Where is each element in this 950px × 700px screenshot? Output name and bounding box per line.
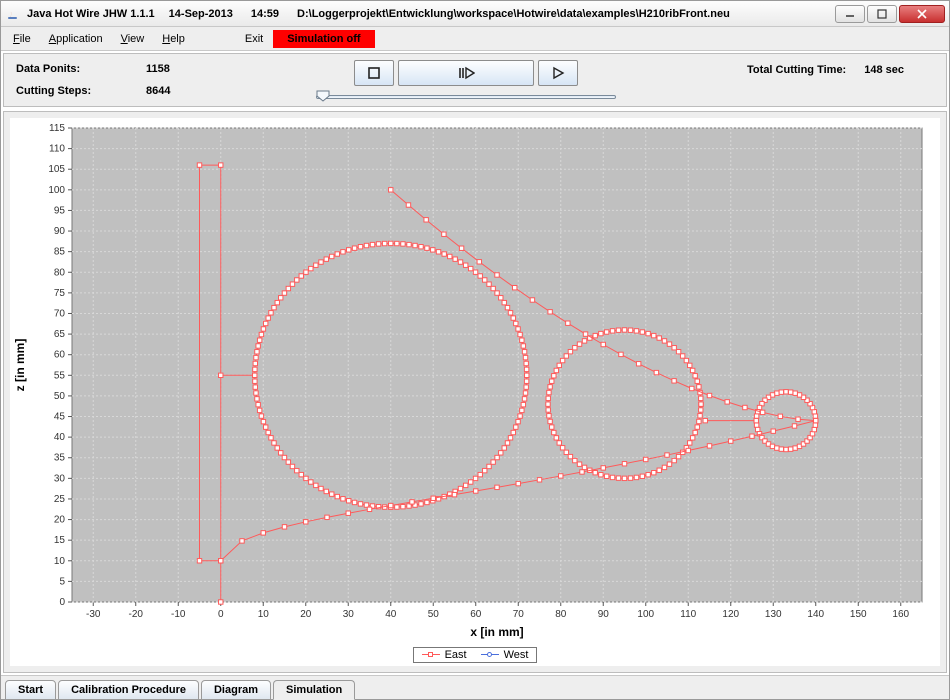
svg-text:105: 105 <box>48 164 65 175</box>
svg-text:70: 70 <box>54 308 66 319</box>
svg-text:5: 5 <box>59 576 65 587</box>
svg-text:85: 85 <box>54 247 66 258</box>
menu-view[interactable]: View <box>113 30 153 48</box>
legend: East West <box>10 644 940 666</box>
svg-text:100: 100 <box>637 609 654 620</box>
tab-diagram[interactable]: Diagram <box>201 680 271 700</box>
svg-text:150: 150 <box>850 609 867 620</box>
progress-slider[interactable] <box>316 90 616 102</box>
transport-controls <box>316 58 616 102</box>
svg-text:10: 10 <box>258 609 270 620</box>
cutting-steps-label: Cutting Steps: <box>16 85 136 97</box>
titlebar: Java Hot Wire JHW 1.1.1 14-Sep-2013 14:5… <box>1 1 949 27</box>
svg-text:25: 25 <box>54 494 66 505</box>
svg-text:0: 0 <box>218 609 224 620</box>
title-date: 14-Sep-2013 <box>169 8 251 20</box>
menu-application[interactable]: Application <box>41 30 111 48</box>
window-controls <box>835 5 945 23</box>
chart-card: -30-20-100102030405060708090100110120130… <box>10 118 940 666</box>
tab-calibration[interactable]: Calibration Procedure <box>58 680 199 700</box>
svg-text:70: 70 <box>513 609 525 620</box>
svg-text:50: 50 <box>428 609 440 620</box>
plot-svg: -30-20-100102030405060708090100110120130… <box>10 118 940 644</box>
svg-text:110: 110 <box>680 609 696 620</box>
svg-text:160: 160 <box>892 609 909 620</box>
svg-text:20: 20 <box>300 609 312 620</box>
svg-text:75: 75 <box>54 288 66 299</box>
svg-text:140: 140 <box>807 609 824 620</box>
svg-text:15: 15 <box>54 535 66 546</box>
total-time-value: 148 sec <box>864 64 904 76</box>
legend-west: West <box>481 649 529 661</box>
svg-text:50: 50 <box>54 391 66 402</box>
app-icon <box>5 6 21 22</box>
svg-text:55: 55 <box>54 370 66 381</box>
svg-text:x [in mm]: x [in mm] <box>470 625 523 639</box>
legend-east: East <box>422 649 467 661</box>
svg-text:80: 80 <box>54 267 66 278</box>
svg-text:90: 90 <box>598 609 610 620</box>
title-filepath: D:\Loggerprojekt\Entwicklung\workspace\H… <box>297 8 835 20</box>
info-right: Total Cutting Time: 148 sec <box>616 58 934 102</box>
title-time: 14:59 <box>251 8 297 20</box>
info-panel: Data Ponits: 1158 Cutting Steps: 8644 To… <box>3 53 947 107</box>
step-button[interactable] <box>398 60 534 86</box>
svg-text:30: 30 <box>54 473 66 484</box>
svg-text:40: 40 <box>385 609 397 620</box>
svg-text:65: 65 <box>54 329 66 340</box>
svg-text:100: 100 <box>48 185 65 196</box>
tab-start[interactable]: Start <box>5 680 56 700</box>
svg-text:60: 60 <box>54 350 66 361</box>
legend-west-label: West <box>504 649 529 661</box>
svg-text:-10: -10 <box>171 609 186 620</box>
menu-help[interactable]: Help <box>154 30 193 48</box>
svg-text:90: 90 <box>54 226 66 237</box>
tab-simulation[interactable]: Simulation <box>273 680 355 700</box>
bottom-tabs: Start Calibration Procedure Diagram Simu… <box>1 675 949 699</box>
close-button[interactable] <box>899 5 945 23</box>
stop-button[interactable] <box>354 60 394 86</box>
minimize-button[interactable] <box>835 5 865 23</box>
plot-area[interactable]: -30-20-100102030405060708090100110120130… <box>10 118 940 644</box>
menubar: File Application View Help Exit Simulati… <box>1 27 949 51</box>
app-window: Java Hot Wire JHW 1.1.1 14-Sep-2013 14:5… <box>0 0 950 700</box>
svg-text:95: 95 <box>54 205 66 216</box>
cutting-steps-value: 8644 <box>146 85 170 97</box>
app-title: Java Hot Wire JHW 1.1.1 <box>27 8 169 20</box>
menu-exit[interactable]: Exit <box>237 30 271 48</box>
slider-thumb-icon <box>316 90 330 102</box>
svg-text:-20: -20 <box>129 609 144 620</box>
svg-text:110: 110 <box>49 144 65 155</box>
total-time-label: Total Cutting Time: <box>747 64 846 76</box>
menu-file[interactable]: File <box>5 30 39 48</box>
svg-text:80: 80 <box>555 609 567 620</box>
svg-text:40: 40 <box>54 432 66 443</box>
data-points-value: 1158 <box>146 63 170 75</box>
svg-text:35: 35 <box>54 453 66 464</box>
svg-text:130: 130 <box>765 609 782 620</box>
chart-panel: -30-20-100102030405060708090100110120130… <box>3 111 947 673</box>
svg-text:-30: -30 <box>86 609 101 620</box>
data-points-label: Data Ponits: <box>16 63 136 75</box>
svg-text:115: 115 <box>49 123 65 134</box>
info-left: Data Ponits: 1158 Cutting Steps: 8644 <box>16 58 316 102</box>
svg-text:120: 120 <box>722 609 739 620</box>
svg-text:z [in mm]: z [in mm] <box>13 339 27 392</box>
svg-text:10: 10 <box>54 556 66 567</box>
svg-text:20: 20 <box>54 515 66 526</box>
maximize-button[interactable] <box>867 5 897 23</box>
simulation-status: Simulation off <box>273 30 374 48</box>
svg-text:30: 30 <box>343 609 355 620</box>
svg-text:60: 60 <box>470 609 482 620</box>
svg-text:45: 45 <box>54 412 66 423</box>
svg-text:0: 0 <box>59 597 65 608</box>
play-button[interactable] <box>538 60 578 86</box>
legend-east-label: East <box>445 649 467 661</box>
